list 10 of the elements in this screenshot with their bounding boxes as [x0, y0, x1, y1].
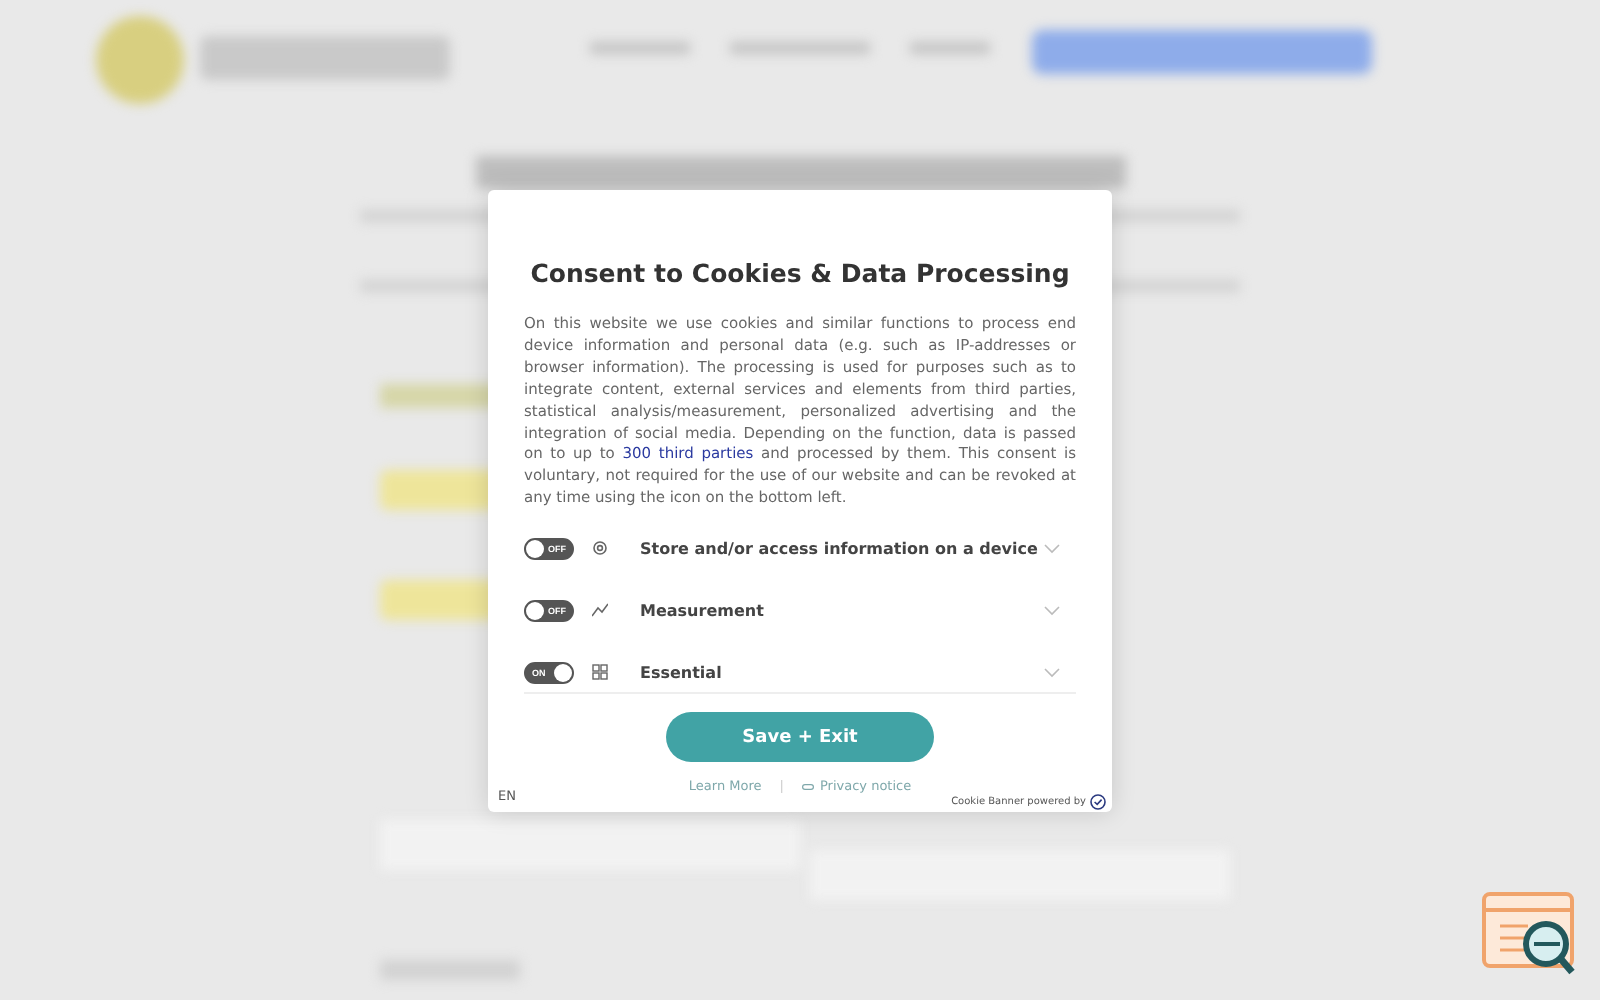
chevron-icon[interactable]	[1044, 667, 1060, 678]
category-label: Measurement	[640, 601, 766, 620]
grid-icon	[592, 664, 608, 681]
trend-icon	[592, 602, 608, 619]
chevron-icon[interactable]	[1044, 605, 1060, 616]
category-label: Essential	[640, 663, 724, 682]
link-icon	[801, 783, 814, 790]
category-label: Store and/or access information on a device	[640, 539, 1040, 558]
dialog-title: Consent to Cookies & Data Processing	[528, 258, 1072, 288]
chevron-icon[interactable]	[1044, 543, 1060, 554]
